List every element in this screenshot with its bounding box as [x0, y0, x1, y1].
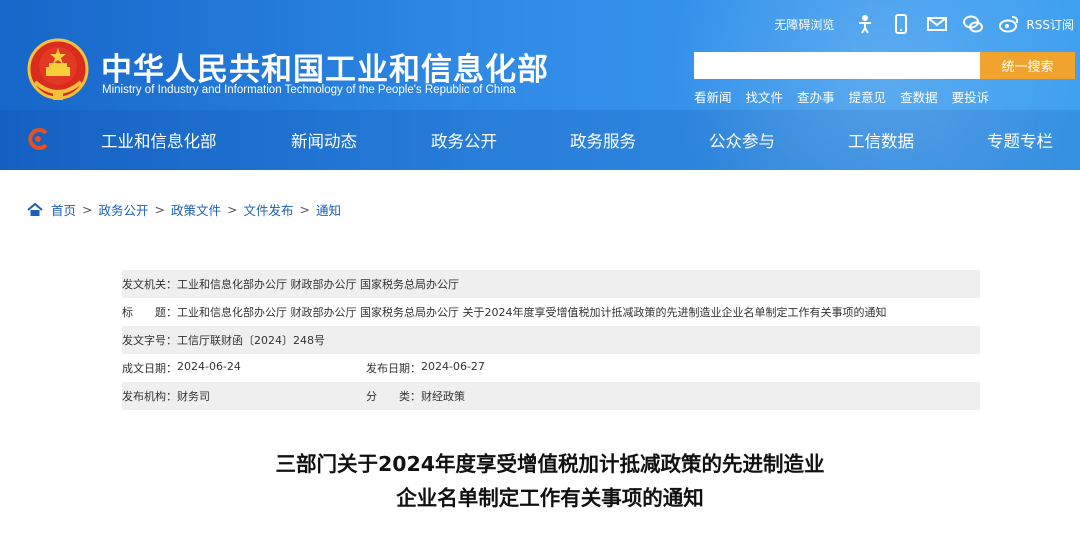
category-label: 分 类：: [366, 390, 421, 403]
breadcrumb-separator: >: [299, 202, 310, 217]
org-label: 发布机构：: [122, 390, 177, 403]
nav-item-data[interactable]: 工信数据: [848, 128, 914, 152]
quick-link-news[interactable]: 看新闻: [694, 87, 732, 106]
site-header: 中华人民共和国工业和信息化部 Ministry of Industry and …: [0, 0, 1080, 170]
quick-link-feedback[interactable]: 提意见: [849, 87, 887, 106]
nav-item-ministry[interactable]: 工业和信息化部: [101, 128, 217, 152]
breadcrumb: 首页 > 政务公开 > 政策文件 > 文件发布 > 通知: [27, 200, 341, 219]
weibo-icon[interactable]: [998, 13, 1020, 35]
document-title-line-1: 三部门关于2024年度享受增值税加计抵减政策的先进制造业: [275, 452, 825, 476]
created-value: 2024-06-24: [177, 360, 241, 373]
mail-icon[interactable]: [926, 13, 948, 35]
site-title: 中华人民共和国工业和信息化部: [101, 52, 549, 88]
document-title: 三部门关于2024年度享受增值税加计抵减政策的先进制造业 企业名单制定工作有关事…: [0, 447, 1080, 515]
quick-link-complaint[interactable]: 要投诉: [952, 87, 990, 106]
created-cell: 成文日期： 2024-06-24: [122, 360, 366, 376]
nav-item-public-participation[interactable]: 公众参与: [709, 128, 775, 152]
published-cell: 发布日期： 2024-06-27: [366, 360, 485, 376]
rss-link[interactable]: RSS订阅: [1026, 16, 1074, 33]
nav-item-gov-affairs[interactable]: 政务公开: [431, 128, 497, 152]
home-icon[interactable]: [27, 202, 43, 217]
accessibility-icon[interactable]: [854, 13, 876, 35]
quick-link-data[interactable]: 查数据: [900, 87, 938, 106]
nav-item-special-topics[interactable]: 专题专栏: [987, 128, 1053, 152]
mobile-icon[interactable]: [890, 13, 912, 35]
breadcrumb-gov-affairs[interactable]: 政务公开: [99, 200, 149, 219]
accessibility-link[interactable]: 无障碍浏览: [774, 16, 834, 33]
breadcrumb-file-release[interactable]: 文件发布: [244, 200, 294, 219]
search-input[interactable]: [694, 52, 980, 79]
info-row-docno: 发文字号： 工信厅联财函〔2024〕248号: [122, 326, 980, 354]
published-value: 2024-06-27: [421, 360, 485, 373]
wechat-icon[interactable]: [962, 13, 984, 35]
category-cell: 分 类： 财经政策: [366, 388, 465, 404]
main-nav: 工业和信息化部 新闻动态 政务公开 政务服务 公众参与 工信数据 专题专栏: [0, 118, 1080, 158]
info-row-title: 标 题： 工业和信息化部办公厅 财政部办公厅 国家税务总局办公厅 关于2024年…: [122, 298, 980, 326]
issuer-label: 发文机关：: [122, 278, 177, 291]
document-info-table: 发文机关： 工业和信息化部办公厅 财政部办公厅 国家税务总局办公厅 标 题： 工…: [122, 270, 980, 410]
issuer-value: 工业和信息化部办公厅 财政部办公厅 国家税务总局办公厅: [177, 278, 459, 291]
docno-label: 发文字号：: [122, 334, 177, 347]
breadcrumb-policy-files[interactable]: 政策文件: [171, 200, 221, 219]
nav-item-gov-services[interactable]: 政务服务: [570, 128, 636, 152]
search-button[interactable]: 统一搜索: [980, 52, 1075, 79]
published-label: 发布日期：: [366, 362, 421, 375]
created-label: 成文日期：: [122, 362, 177, 375]
title-value: 工业和信息化部办公厅 财政部办公厅 国家税务总局办公厅 关于2024年度享受增值…: [177, 306, 887, 319]
national-emblem-icon[interactable]: [27, 38, 89, 104]
quick-link-files[interactable]: 找文件: [746, 87, 784, 106]
site-subtitle: Ministry of Industry and Information Tec…: [102, 84, 516, 96]
nav-logo-icon[interactable]: [26, 128, 50, 150]
org-cell: 发布机构： 财务司: [122, 388, 366, 404]
nav-item-news[interactable]: 新闻动态: [291, 128, 357, 152]
breadcrumb-separator: >: [154, 202, 165, 217]
quick-links: 看新闻 找文件 查办事 提意见 查数据 要投诉: [694, 87, 1003, 106]
breadcrumb-home[interactable]: 首页: [51, 200, 76, 219]
info-row-org: 发布机构： 财务司 分 类： 财经政策: [122, 382, 980, 410]
breadcrumb-separator: >: [82, 202, 93, 217]
category-value: 财经政策: [421, 390, 465, 403]
top-links: 无障碍浏览 RSS订阅: [760, 10, 1074, 38]
docno-value: 工信厅联财函〔2024〕248号: [177, 334, 325, 347]
breadcrumb-notice[interactable]: 通知: [316, 200, 341, 219]
title-label: 标 题：: [122, 306, 177, 319]
org-value: 财务司: [177, 390, 210, 403]
info-row-issuer: 发文机关： 工业和信息化部办公厅 财政部办公厅 国家税务总局办公厅: [122, 270, 980, 298]
document-title-line-2: 企业名单制定工作有关事项的通知: [396, 486, 704, 510]
info-row-dates: 成文日期： 2024-06-24 发布日期： 2024-06-27: [122, 354, 980, 382]
breadcrumb-separator: >: [227, 202, 238, 217]
quick-link-services[interactable]: 查办事: [797, 87, 835, 106]
